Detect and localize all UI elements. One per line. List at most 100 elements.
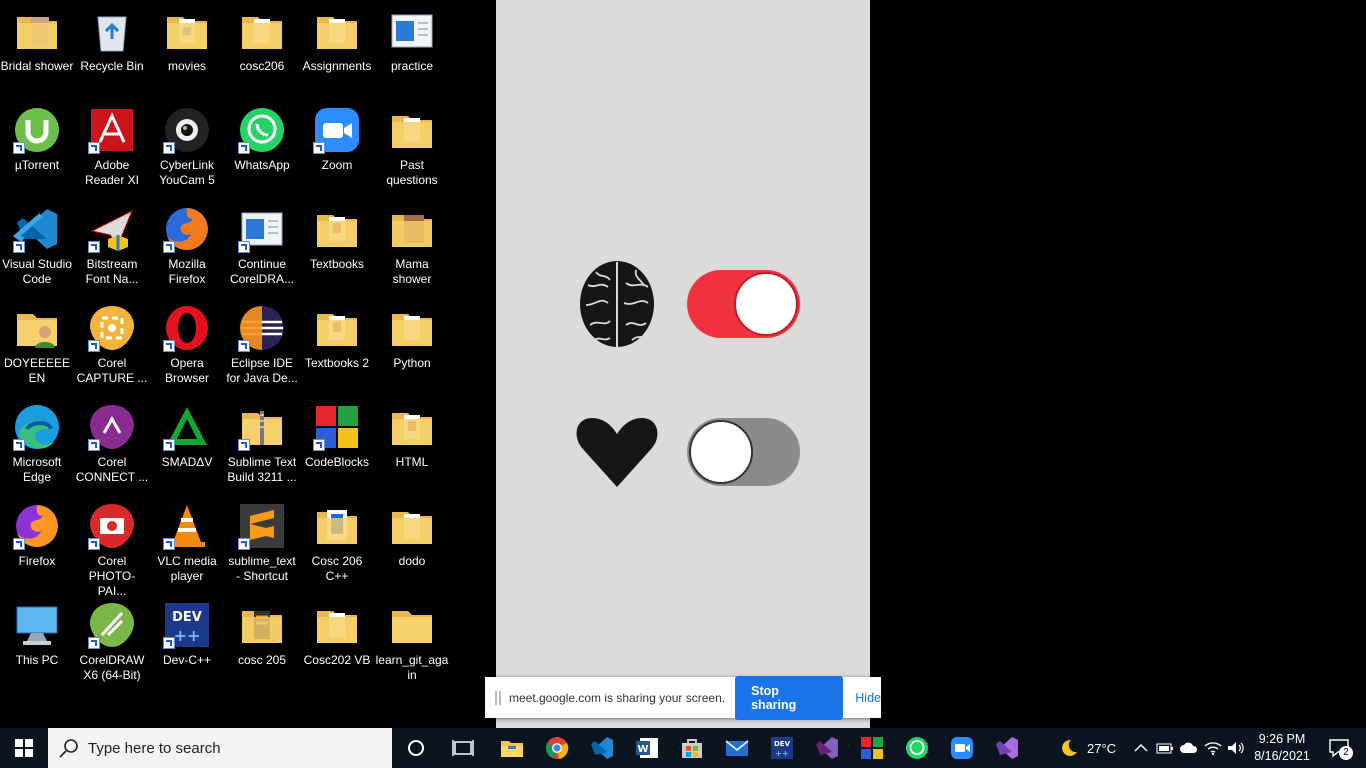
folder-icon: [388, 601, 436, 649]
icon-label: Mama shower: [392, 257, 432, 286]
desktop-icon-practice[interactable]: practice: [375, 0, 449, 96]
desktop-icon-whatsapp[interactable]: WhatsApp: [225, 99, 299, 195]
desktop-icon-smadav[interactable]: SMADΔV: [150, 396, 224, 492]
icon-label: practice: [390, 59, 434, 73]
shortcut-arrow-icon: [13, 142, 25, 154]
taskbar-file-explorer[interactable]: [490, 728, 534, 768]
windows-logo-icon: [15, 739, 33, 757]
volume-button[interactable]: [1224, 728, 1248, 768]
desktop-icon-coreldraw-x6[interactable]: CorelDRAW X6 (64-Bit): [75, 594, 149, 690]
taskbar-zoom[interactable]: [940, 728, 984, 768]
desktop-icon-continue-coreldraw[interactable]: Continue CorelDRA...: [225, 198, 299, 294]
desktop-icon-dodo[interactable]: dodo: [375, 495, 449, 591]
desktop-icon-zoom[interactable]: Zoom: [300, 99, 374, 195]
icon-label: sublime_text - Shortcut: [228, 554, 296, 583]
visual-studio-icon: [996, 737, 1018, 759]
taskbar-search-box[interactable]: Type here to search: [48, 728, 392, 768]
desktop-icon-corel-connect[interactable]: Corel CONNECT ...: [75, 396, 149, 492]
network-button[interactable]: [1201, 728, 1225, 768]
desktop-icon-sublime-shortcut[interactable]: sublime_text - Shortcut: [225, 495, 299, 591]
whatsapp-icon: [906, 737, 928, 759]
taskbar-whatsapp[interactable]: [895, 728, 939, 768]
battery-button[interactable]: [1153, 728, 1177, 768]
desktop-icon-opera[interactable]: Opera Browser: [150, 297, 224, 393]
action-center-button[interactable]: 2: [1318, 728, 1362, 768]
desktop-icon-microsoft-edge[interactable]: Microsoft Edge: [0, 396, 74, 492]
desktop-icon-utorrent[interactable]: µTorrent: [0, 99, 74, 195]
desktop-icon-learn-git-again[interactable]: learn_git_again: [375, 594, 449, 690]
corel-connect-icon: [88, 403, 136, 451]
folder-icon: [238, 7, 286, 55]
desktop-icon-codeblocks[interactable]: CodeBlocks: [300, 396, 374, 492]
desktop-icon-bridal-shower[interactable]: Bridal shower: [0, 0, 74, 96]
desktop-icon-corel-photo-paint[interactable]: Corel PHOTO-PAI...: [75, 495, 149, 598]
desktop-icon-youcam[interactable]: CyberLink YouCam 5: [150, 99, 224, 195]
hide-button[interactable]: Hide: [855, 691, 881, 705]
desktop-icon-assignments[interactable]: Assignments: [300, 0, 374, 96]
clock-date: 8/16/2021: [1254, 749, 1310, 763]
desktop-icon-dev-cpp[interactable]: DEV ++ Dev-C++: [150, 594, 224, 690]
desktop-icon-doyeeeeeeen[interactable]: DOYEEEEEEN: [0, 297, 74, 393]
desktop-icon-python[interactable]: Python: [375, 297, 449, 393]
clock[interactable]: 9:26 PM 8/16/2021: [1250, 731, 1314, 765]
taskbar-vscode[interactable]: [580, 728, 624, 768]
stop-sharing-button[interactable]: Stop sharing: [735, 675, 844, 720]
taskbar-visual-studio-2[interactable]: [985, 728, 1029, 768]
desktop-icon-adobe-reader[interactable]: Adobe Reader XI: [75, 99, 149, 195]
desktop-icon-mozilla-firefox[interactable]: Mozilla Firefox: [150, 198, 224, 294]
desktop-icon-html[interactable]: HTML: [375, 396, 449, 492]
codeblocks-icon: [313, 403, 361, 451]
desktop-icon-movies[interactable]: movies: [150, 0, 224, 96]
cortana-button[interactable]: [394, 728, 438, 768]
desktop-icon-this-pc[interactable]: This PC: [0, 594, 74, 690]
desktop-icon-vscode[interactable]: Visual Studio Code: [0, 198, 74, 294]
folder-icon: [13, 7, 61, 55]
shortcut-arrow-icon: [163, 538, 175, 550]
drag-handle-icon[interactable]: [495, 690, 501, 705]
desktop-icon-sublime-text-build[interactable]: Sublime Text Build 3211 ...: [225, 396, 299, 492]
shortcut-arrow-icon: [238, 439, 250, 451]
desktop-icon-firefox[interactable]: Firefox: [0, 495, 74, 591]
desktop-icon-bitstream[interactable]: Bitstream Font Na...: [75, 198, 149, 294]
taskbar-dev-cpp[interactable]: DEV ++: [760, 728, 804, 768]
icon-label: SMADΔV: [161, 455, 213, 469]
vscode-icon: [591, 737, 613, 759]
whatsapp-icon: [238, 106, 286, 154]
desktop-icon-vlc[interactable]: VLC media player: [150, 495, 224, 591]
shortcut-arrow-icon: [313, 142, 325, 154]
desktop-icon-textbooks-2[interactable]: Textbooks 2: [300, 297, 374, 393]
desktop-icon-textbooks[interactable]: Textbooks: [300, 198, 374, 294]
desktop-icon-recycle-bin[interactable]: Recycle Bin: [75, 0, 149, 96]
icon-label: CyberLink YouCam 5: [159, 158, 215, 187]
desktop-icon-cosc-206-cpp[interactable]: Cosc 206 C++: [300, 495, 374, 591]
desktop-icon-cosc-205[interactable]: cosc 205: [225, 594, 299, 690]
shortcut-arrow-icon: [88, 538, 100, 550]
user-folder-icon: [13, 304, 61, 352]
desktop-icon-corel-capture[interactable]: Corel CAPTURE ...: [75, 297, 149, 393]
coreldraw-icon: [88, 601, 136, 649]
shortcut-arrow-icon: [88, 241, 100, 253]
task-view-button[interactable]: [441, 728, 485, 768]
taskbar-codeblocks[interactable]: [850, 728, 894, 768]
taskbar-word[interactable]: W: [625, 728, 669, 768]
desktop-icon-mama-shower[interactable]: Mama shower: [375, 198, 449, 294]
weather-button[interactable]: [1046, 728, 1090, 768]
desktop-icon-cosc206[interactable]: cosc206: [225, 0, 299, 96]
taskbar-mail[interactable]: [715, 728, 759, 768]
show-hidden-icons-button[interactable]: [1129, 728, 1153, 768]
taskbar-visual-studio[interactable]: [805, 728, 849, 768]
taskbar-store[interactable]: [670, 728, 714, 768]
icon-label: cosc 205: [237, 653, 287, 667]
weather-temperature[interactable]: 27°C: [1087, 741, 1116, 756]
start-button[interactable]: [2, 728, 46, 768]
desktop-icon-cosc202-vb[interactable]: Cosc202 VB: [300, 594, 374, 690]
taskbar-chrome[interactable]: [535, 728, 579, 768]
heart-icon: [576, 418, 658, 487]
desktop-icon-eclipse[interactable]: Eclipse IDE for Java De...: [225, 297, 299, 393]
icon-label: DOYEEEEEEN: [3, 356, 71, 385]
desktop-icon-past-questions[interactable]: Past questions: [375, 99, 449, 195]
icon-label: Textbooks 2: [304, 356, 370, 370]
icon-label: Adobe Reader XI: [84, 158, 140, 187]
onedrive-button[interactable]: [1177, 728, 1201, 768]
icon-label: Textbooks: [309, 257, 365, 271]
